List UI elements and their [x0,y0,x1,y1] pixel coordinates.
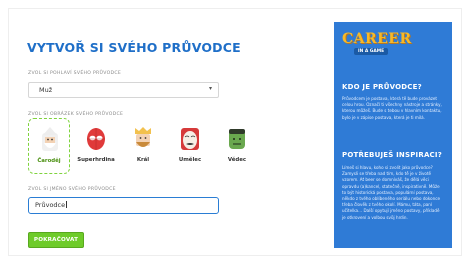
section-text-inspiration: Límeš si hlavu, koho si zvolit jako prův… [342,165,441,220]
king-avatar-icon [135,127,151,147]
gender-select-value: Muž [39,86,53,94]
avatar-name: Čaroděj [37,158,61,164]
guide-name-input[interactable]: Průvodce [28,197,219,214]
section-title-inspiration: Potřebuješ inspiraci? [342,151,442,159]
gender-select[interactable]: Muž ▾ [28,82,219,98]
career-logo: CAREER IN A GAME [342,31,411,59]
avatar-option-scientist[interactable]: Vědec [216,118,258,174]
avatar-option-king[interactable]: Král [122,118,164,174]
avatar-option-wizard[interactable]: Čaroděj [28,118,70,174]
artist-mask-avatar-icon [181,128,199,150]
section-text-guide: Průvodcem je postava, která tě bude prov… [342,96,442,120]
continue-button[interactable]: Pokračovat [28,232,84,248]
chevron-down-icon: ▾ [208,85,212,92]
avatar-name: Král [136,157,150,163]
avatar-name: Superhrdina [77,157,115,163]
logo-subtext: IN A GAME [354,48,389,55]
hulk-scientist-avatar-icon [229,129,245,149]
info-sidebar: CAREER IN A GAME Kdo je průvodce? Průvod… [334,22,452,248]
avatar-option-superhero[interactable]: Superhrdina [75,118,117,174]
wizard-avatar-icon [42,127,58,151]
spider-hero-avatar-icon [87,128,105,150]
avatar-picker: Čaroděj Superhrdina Král Umělec Vědec [28,118,268,178]
avatar-name: Vědec [227,157,247,163]
avatar-name: Umělec [178,157,202,163]
section-title-guide: Kdo je průvodce? [342,83,422,91]
text-caret [65,201,67,208]
page-title: Vytvoř si svého průvodce [27,40,241,55]
logo-text: CAREER [342,31,412,47]
gender-label: ZVOL SI POHLAVÍ SVÉHO PRŮVODCE [28,71,122,76]
guide-name-text: Průvodce [35,201,66,209]
guide-name-label: ZVOL SI JMÉNO SVÉHO PRŮVODCE [28,187,116,192]
avatar-option-artist[interactable]: Umělec [169,118,211,174]
guide-name-value: Průvodce [35,201,67,209]
avatar-label: ZVOL SI OBRÁZEK SVÉHO PRŮVODCE [28,112,124,117]
